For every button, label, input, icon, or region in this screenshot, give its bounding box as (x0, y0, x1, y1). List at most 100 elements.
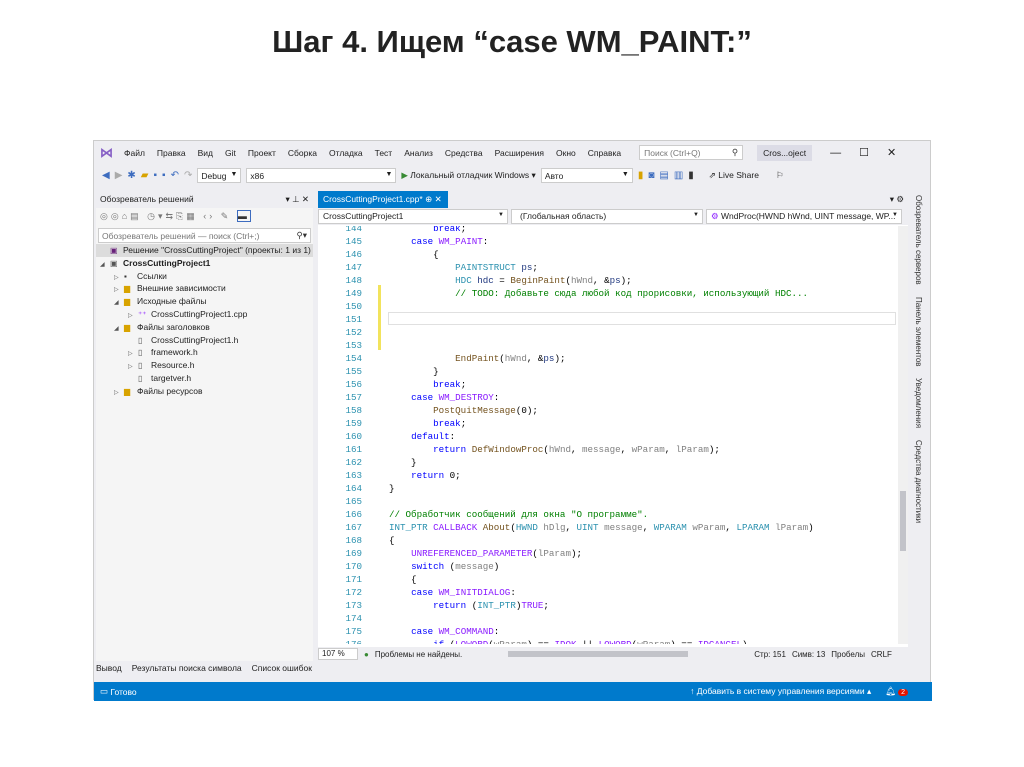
tree-item[interactable]: ◢ ▆ Исходные файлы (96, 295, 313, 308)
save-all-icon[interactable]: ▪ (162, 170, 166, 181)
eol-indicator[interactable]: CRLF (871, 650, 892, 659)
vertical-scrollbar[interactable] (898, 226, 908, 644)
maximize-button[interactable]: ☐ (859, 146, 869, 159)
menu-item[interactable]: Файл (124, 148, 145, 158)
close-tab-icon[interactable]: ✕ (435, 194, 442, 204)
menu-item[interactable]: Окно (556, 148, 576, 158)
solution-search-input[interactable]: Обозреватель решений — поиск (Ctrl+;) ⚲▾ (98, 228, 311, 243)
tab-notifications[interactable]: Уведомления (914, 378, 923, 428)
indent-indicator[interactable]: Пробелы (831, 650, 865, 659)
open-icon[interactable]: ▰ (141, 170, 149, 181)
line-indicator[interactable]: Стр: 151 (754, 650, 786, 659)
horizontal-scrollbar[interactable] (508, 651, 689, 657)
tab-error-list[interactable]: Список ошибок (252, 663, 312, 679)
tree-item[interactable]: ▯ CrossCuttingProject1.h (96, 334, 313, 347)
code-line[interactable]: return (INT_PTR)TRUE; (389, 599, 549, 612)
menu-item[interactable]: Тест (375, 148, 393, 158)
save-icon[interactable]: ▪ (154, 170, 158, 181)
menu-item[interactable]: Вид (198, 148, 213, 158)
tab-output[interactable]: Вывод (96, 663, 122, 679)
tree-item[interactable]: ▷ ▆ Внешние зависимости (96, 282, 313, 295)
code-line[interactable]: break; (389, 226, 466, 235)
menu-item[interactable]: Правка (157, 148, 186, 158)
code-line[interactable]: default: (389, 430, 455, 443)
tab-symbol-results[interactable]: Результаты поиска символа (132, 663, 242, 679)
add-to-source-control-button[interactable]: ↑ Добавить в систему управления версиями… (690, 686, 871, 697)
code-line[interactable]: break; (389, 417, 466, 430)
notifications-button[interactable]: 🔔︎ 2 (885, 686, 908, 697)
code-line[interactable]: EndPaint(hWnd, &ps); (389, 352, 565, 365)
comment-icon[interactable]: ▤ (659, 170, 668, 181)
tab-toolbox[interactable]: Панель элементов (914, 297, 923, 367)
code-line[interactable]: HDC hdc = BeginPaint(hWnd, &ps); (389, 274, 631, 287)
menu-item[interactable]: Расширения (495, 148, 544, 158)
minimize-button[interactable]: — (830, 147, 841, 159)
menu-item[interactable]: Сборка (288, 148, 317, 158)
config-dropdown[interactable]: Debug ▼ (197, 167, 242, 183)
code-line[interactable]: case WM_COMMAND: (389, 625, 499, 638)
code-line[interactable]: case WM_PAINT: (389, 235, 488, 248)
menu-item[interactable]: Проект (248, 148, 276, 158)
tree-item[interactable]: ▷ ▪ Ссылки (96, 270, 313, 283)
scroll-thumb[interactable] (900, 491, 906, 551)
tree-item[interactable]: ▷ ▯ Resource.h (96, 359, 313, 372)
tab-crosscuttingproject1-cpp[interactable]: CrossCuttingProject1.cpp* ⊕ ✕ (318, 191, 448, 208)
target-dropdown[interactable]: Авто ▼ (540, 167, 633, 183)
code-line[interactable]: // Обработчик сообщений для окна "О прог… (389, 508, 648, 521)
tab-menu-icon[interactable]: ▾ ⚙ (890, 194, 904, 205)
redo-icon[interactable]: ↷ (184, 170, 192, 181)
code-line[interactable]: // TODO: Добавьте сюда любой код прорисо… (389, 287, 808, 300)
expand-toggle-icon[interactable]: ▷ (114, 387, 124, 400)
new-project-icon[interactable]: ✱ (127, 170, 135, 181)
code-line[interactable]: } (389, 482, 395, 495)
code-line[interactable]: { (389, 248, 439, 261)
panel-controls[interactable]: ▾ ⊥ ✕ (285, 194, 309, 205)
bookmark-icon[interactable]: ▮ (688, 170, 694, 181)
screenshot-icon[interactable]: ◙ (648, 170, 654, 181)
solution-toolbar[interactable]: ◎◎⌂▤ ◷▾⇆⎘▦ ‹› ✎ ▬ (96, 208, 313, 228)
code-line[interactable]: PostQuitMessage(0); (389, 404, 538, 417)
uncomment-icon[interactable]: ▥ (674, 170, 683, 181)
zoom-dropdown[interactable]: 107 % (318, 648, 358, 660)
code-line[interactable]: switch (message) (389, 560, 499, 573)
code-line[interactable]: } (389, 365, 439, 378)
menu-item[interactable]: Справка (588, 148, 621, 158)
code-line[interactable]: return 0; (389, 469, 461, 482)
search-input[interactable]: Поиск (Ctrl+Q) ⚲ (639, 145, 744, 160)
tree-item[interactable]: ▷ ▯ framework.h (96, 346, 313, 359)
tab-server-explorer[interactable]: Обозреватель серверов (914, 195, 923, 285)
tab-diagnostics[interactable]: Средства диагностики (914, 440, 923, 523)
project-badge[interactable]: Cros...oject (757, 144, 813, 161)
tree-item[interactable]: ▷ ▆ Файлы ресурсов (96, 385, 313, 398)
code-line[interactable]: case WM_DESTROY: (389, 391, 499, 404)
member-nav-dropdown[interactable]: ⚙ WndProc(HWND hWnd, UINT message, WP...… (706, 209, 902, 224)
code-line[interactable]: INT_PTR CALLBACK About(HWND hDlg, UINT m… (389, 521, 814, 534)
tree-item[interactable]: ▷ ⁺⁺ CrossCuttingProject1.cpp (96, 308, 313, 321)
menu-item[interactable]: Средства (445, 148, 483, 158)
menu-item[interactable]: Отладка (329, 148, 363, 158)
menu-item[interactable]: Анализ (404, 148, 433, 158)
menu-item[interactable]: Git (225, 148, 236, 158)
find-icon[interactable]: ▮ (638, 170, 644, 181)
code-line[interactable]: { (389, 573, 417, 586)
project-nav-dropdown[interactable]: CrossCuttingProject1 ▼ (318, 209, 508, 224)
code-area[interactable]: 144 break; 145 case WM_PAINT: 146 {147 PAI… (318, 226, 898, 644)
platform-dropdown[interactable]: x86 ▼ (246, 167, 397, 183)
tree-item[interactable]: ▯ targetver.h (96, 372, 313, 385)
tree-item[interactable]: ◢ ▣ CrossCuttingProject1 (96, 257, 313, 270)
problems-status[interactable]: Проблемы не найдены. (375, 650, 462, 659)
column-indicator[interactable]: Симв: 13 (792, 650, 825, 659)
code-line[interactable]: UNREFERENCED_PARAMETER(lParam); (389, 547, 582, 560)
close-button[interactable]: ✕ (887, 146, 896, 159)
code-line[interactable]: PAINTSTRUCT ps; (389, 261, 538, 274)
code-line[interactable]: case WM_INITDIALOG: (389, 586, 516, 599)
back-icon[interactable]: ◀ (102, 170, 110, 181)
forward-icon[interactable]: ▶ (115, 170, 123, 181)
tree-item[interactable]: ▣ Решение "CrossCuttingProject" (проекты:… (96, 244, 313, 257)
live-share-button[interactable]: ⇗ Live Share (709, 170, 759, 181)
pin-icon[interactable]: ⊕ (425, 194, 432, 204)
code-line[interactable]: break; (389, 378, 466, 391)
code-line[interactable]: { (389, 534, 395, 547)
code-line[interactable]: } (389, 456, 417, 469)
start-debug-button[interactable]: ▶ Локальный отладчик Windows ▾ (401, 170, 535, 181)
